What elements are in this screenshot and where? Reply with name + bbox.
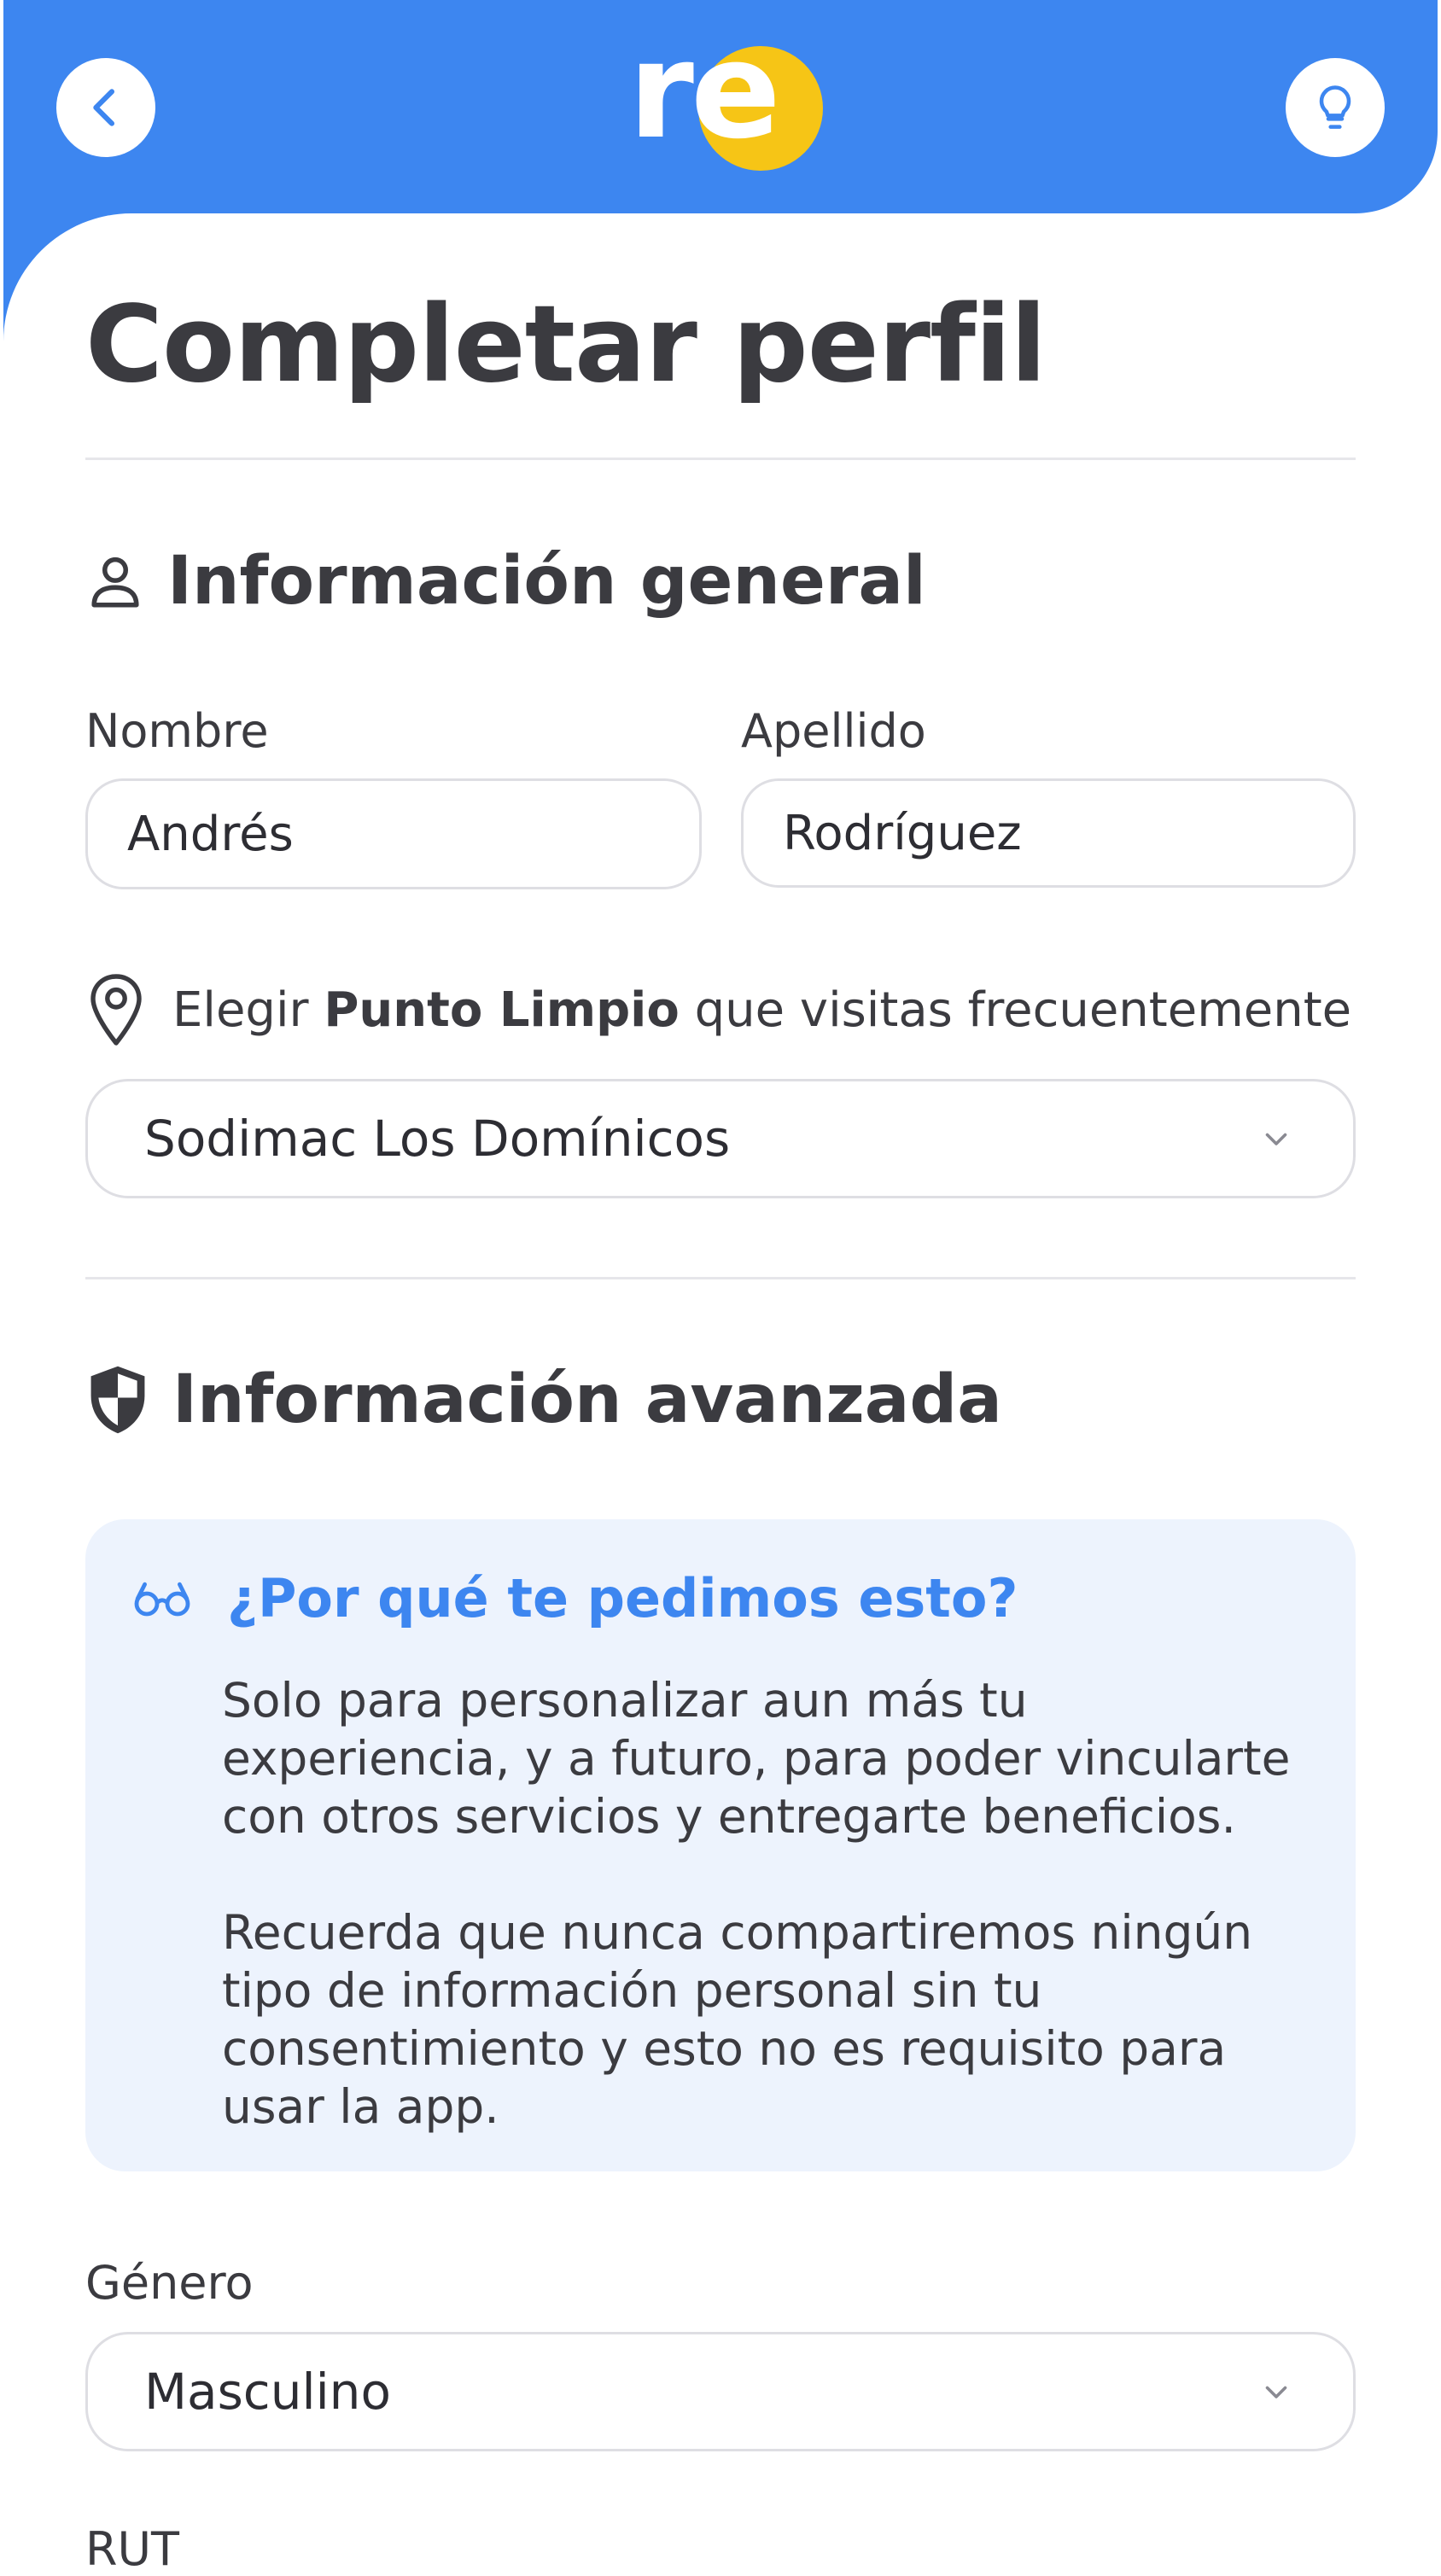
- back-button[interactable]: [56, 58, 155, 157]
- first-name-label: Nombre: [85, 704, 269, 758]
- chevron-down-icon: [1265, 1133, 1287, 1145]
- info-title: ¿Por qué te pedimos esto?: [227, 1567, 1018, 1629]
- advanced-section-title: Información avanzada: [172, 1361, 1002, 1438]
- first-name-input[interactable]: Andrés: [85, 778, 702, 889]
- last-name-label: Apellido: [741, 704, 926, 758]
- logo-text: re: [628, 13, 781, 168]
- gender-select[interactable]: Masculino: [85, 2332, 1356, 2451]
- advanced-section-heading: Información avanzada: [85, 1362, 1002, 1437]
- gender-select-value: Masculino: [144, 2363, 391, 2421]
- map-pin-icon: [90, 974, 142, 1046]
- divider: [85, 458, 1356, 460]
- location-label-text: Elegir Punto Limpio que visitas frecuent…: [172, 982, 1351, 1038]
- gender-label: Género: [85, 2256, 254, 2310]
- lightbulb-icon: [1319, 85, 1351, 129]
- location-label: Elegir Punto Limpio que visitas frecuent…: [85, 970, 1351, 1050]
- general-section-title: Información general: [167, 543, 926, 620]
- rut-label: RUT: [85, 2522, 180, 2576]
- info-paragraph: Recuerda que nunca compartiremos ningún …: [222, 1905, 1253, 2134]
- info-title-row: ¿Por qué te pedimos esto?: [131, 1572, 1018, 1625]
- tips-button[interactable]: [1286, 58, 1385, 157]
- info-box: ¿Por qué te pedimos esto? Solo para pers…: [85, 1519, 1356, 2171]
- page-title: Completar perfil: [85, 283, 1047, 406]
- chevron-down-icon: [1265, 2386, 1287, 2398]
- last-name-input[interactable]: Rodríguez: [741, 778, 1356, 888]
- chevron-left-icon: [93, 89, 115, 126]
- info-paragraph: Solo para personalizar aun más tu experi…: [222, 1673, 1291, 1844]
- general-section-heading: Información general: [85, 548, 926, 615]
- location-select[interactable]: Sodimac Los Domínicos: [85, 1079, 1356, 1198]
- app-logo: re: [625, 24, 823, 178]
- divider: [85, 1277, 1356, 1279]
- location-label-bold: Punto Limpio: [324, 982, 680, 1038]
- location-select-value: Sodimac Los Domínicos: [144, 1110, 731, 1168]
- glasses-icon: [134, 1582, 190, 1617]
- user-icon: [91, 557, 139, 608]
- location-label-prefix: Elegir: [172, 982, 324, 1038]
- location-label-suffix: que visitas frecuentemente: [679, 982, 1352, 1038]
- shield-icon: [90, 1366, 145, 1434]
